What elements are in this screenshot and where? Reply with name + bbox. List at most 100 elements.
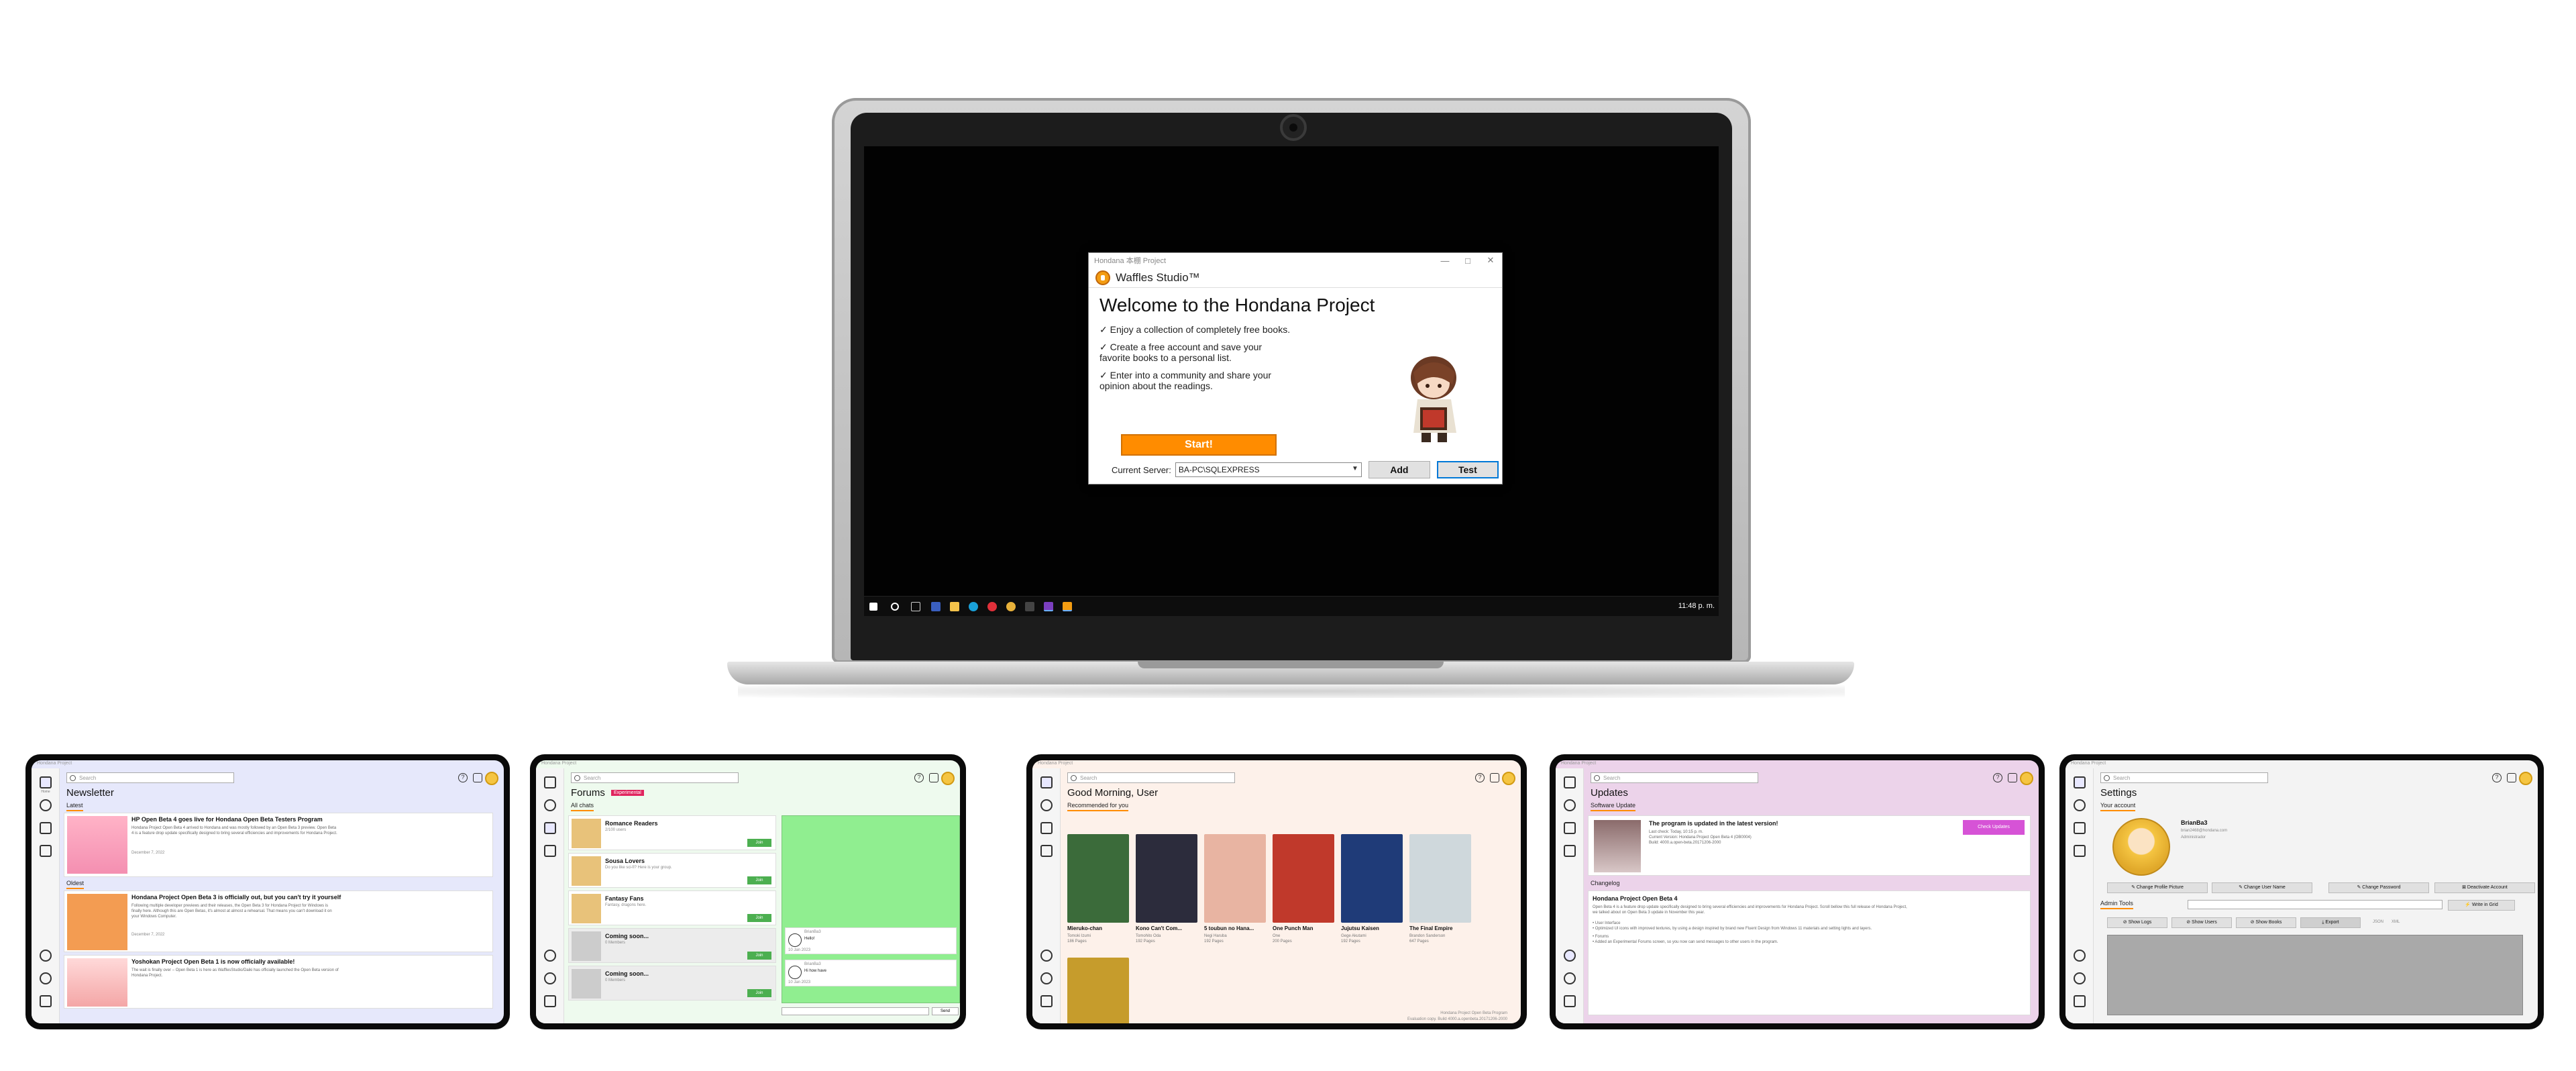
post-title[interactable]: Yoshokan Project Open Beta 1 is now offi…	[131, 958, 480, 965]
profile-picture[interactable]	[2112, 818, 2170, 876]
maximize-button[interactable]: □	[1456, 256, 1479, 266]
show-users-button[interactable]: ⊘ Show Users	[2171, 917, 2232, 928]
info-icon[interactable]	[2074, 972, 2086, 984]
home-icon[interactable]	[40, 776, 52, 788]
avatar[interactable]	[941, 772, 955, 785]
windows-start-icon[interactable]	[869, 603, 877, 611]
news-icon[interactable]	[1040, 845, 1053, 857]
book-title[interactable]: Jujutsu Kaisen	[1341, 925, 1403, 931]
clock[interactable]: 11:48 p. m.	[1678, 602, 1715, 610]
home-icon[interactable]	[2074, 776, 2086, 788]
data-grid[interactable]	[2107, 935, 2523, 1015]
post-title[interactable]: Hondana Project Open Beta 3 is officiall…	[131, 894, 480, 901]
home-icon[interactable]	[1040, 776, 1053, 788]
tab-latest[interactable]: Latest	[66, 802, 83, 811]
book-cover[interactable]	[1204, 834, 1266, 923]
update-icon[interactable]	[544, 950, 556, 962]
server-select[interactable]: BA-PC\SQLEXPRESS ▼	[1175, 462, 1362, 477]
avatar[interactable]	[2020, 772, 2033, 785]
help-icon[interactable]: ?	[1993, 773, 2002, 782]
chat-icon[interactable]	[1564, 822, 1576, 834]
format-json[interactable]: JSON	[2373, 920, 2383, 924]
join-button[interactable]: Join	[747, 989, 771, 997]
join-button[interactable]: Join	[747, 914, 771, 922]
join-button[interactable]: Join	[747, 839, 771, 847]
tab-oldest[interactable]: Oldest	[66, 880, 85, 889]
deactivate-account-button[interactable]: ⊠ Deactivate Account	[2434, 882, 2535, 893]
news-icon[interactable]	[40, 845, 52, 857]
heart-icon[interactable]	[1040, 799, 1053, 811]
book-cover[interactable]	[1067, 834, 1129, 923]
terminal-icon[interactable]	[1025, 602, 1034, 611]
logout-icon[interactable]	[1040, 995, 1053, 1007]
heart-icon[interactable]	[2074, 799, 2086, 811]
start-button[interactable]: Start!	[1121, 434, 1277, 456]
file-explorer-icon[interactable]	[950, 602, 959, 611]
tab-software-update[interactable]: Software Update	[1591, 802, 1636, 811]
help-icon[interactable]: ?	[2492, 773, 2502, 782]
join-button[interactable]: Join	[747, 876, 771, 884]
tab-your-account[interactable]: Your account	[2100, 802, 2136, 811]
visual-studio-icon[interactable]	[1044, 602, 1053, 611]
logout-icon[interactable]	[1564, 995, 1576, 1007]
book-cover[interactable]	[1067, 958, 1129, 1023]
info-icon[interactable]	[544, 972, 556, 984]
news-icon[interactable]	[544, 845, 556, 857]
update-icon[interactable]	[1040, 950, 1053, 962]
chat-item[interactable]: Fantasy Fans Fantasy, dragons here. Join	[568, 890, 776, 925]
info-icon[interactable]	[1040, 972, 1053, 984]
news-post[interactable]: Hondana Project Open Beta 3 is officiall…	[64, 890, 493, 952]
chat-item[interactable]: Romance Readers 2/100 users Join	[568, 815, 776, 850]
check-updates-button[interactable]: Check Updates	[1963, 820, 2025, 835]
heart-icon[interactable]	[1564, 799, 1576, 811]
gear-icon[interactable]	[473, 773, 482, 782]
search-input[interactable]: Search	[571, 772, 739, 783]
avatar[interactable]	[2519, 772, 2532, 785]
hondana-app-icon[interactable]	[1063, 602, 1072, 611]
show-logs-button[interactable]: ⊘ Show Logs	[2107, 917, 2167, 928]
logout-icon[interactable]	[40, 995, 52, 1007]
gear-icon[interactable]	[929, 773, 938, 782]
book-cover[interactable]	[1136, 834, 1197, 923]
format-xml[interactable]: XML	[2392, 920, 2400, 924]
chat-icon[interactable]	[1040, 822, 1053, 834]
chat-icon[interactable]	[2074, 822, 2086, 834]
news-post[interactable]: Yoshokan Project Open Beta 1 is now offi…	[64, 955, 493, 1009]
post-title[interactable]: HP Open Beta 4 goes live for Hondana Ope…	[131, 816, 480, 823]
change-user-name-button[interactable]: ✎ Change User Name	[2212, 882, 2312, 893]
book-title[interactable]: 5 toubun no Hana...	[1204, 925, 1266, 931]
add-server-button[interactable]: Add	[1368, 461, 1430, 478]
book-title[interactable]: One Punch Man	[1273, 925, 1334, 931]
update-icon[interactable]	[40, 950, 52, 962]
change-password-button[interactable]: ✎ Change Password	[2328, 882, 2429, 893]
gear-icon[interactable]	[2008, 773, 2017, 782]
book-title[interactable]: Kono Can't Com...	[1136, 925, 1197, 931]
update-icon[interactable]	[1564, 950, 1576, 962]
chrome-icon[interactable]	[1006, 602, 1016, 611]
news-post[interactable]: HP Open Beta 4 goes live for Hondana Ope…	[64, 813, 493, 877]
search-input[interactable]: Search	[1591, 772, 1758, 783]
chat-item[interactable]: Coming soon... 0 Members Join	[568, 966, 776, 1001]
chat-item[interactable]: Sousa Lovers Do you like sci-fi? Here is…	[568, 853, 776, 888]
search-input[interactable]: Search	[66, 772, 234, 783]
help-icon[interactable]: ?	[458, 773, 468, 782]
update-icon[interactable]	[2074, 950, 2086, 962]
edge-icon[interactable]	[969, 602, 978, 611]
help-icon[interactable]: ?	[914, 773, 924, 782]
book-title[interactable]: The Final Empire	[1409, 925, 1471, 931]
book-cover[interactable]	[1409, 834, 1471, 923]
change-profile-picture-button[interactable]: ✎ Change Profile Picture	[2107, 882, 2208, 893]
info-icon[interactable]	[40, 972, 52, 984]
minimize-button[interactable]: —	[1434, 256, 1456, 266]
gear-icon[interactable]	[2507, 773, 2516, 782]
send-button[interactable]: Send	[932, 1007, 959, 1015]
chat-icon[interactable]	[544, 822, 556, 834]
chat-icon[interactable]	[40, 822, 52, 834]
book-cover[interactable]	[1273, 834, 1334, 923]
home-icon[interactable]	[544, 776, 556, 788]
avatar[interactable]	[485, 772, 498, 785]
news-icon[interactable]	[1564, 845, 1576, 857]
sql-input[interactable]	[2188, 900, 2443, 909]
export-button[interactable]: ⤓ Export	[2300, 917, 2361, 928]
widgets-icon[interactable]	[931, 602, 941, 611]
